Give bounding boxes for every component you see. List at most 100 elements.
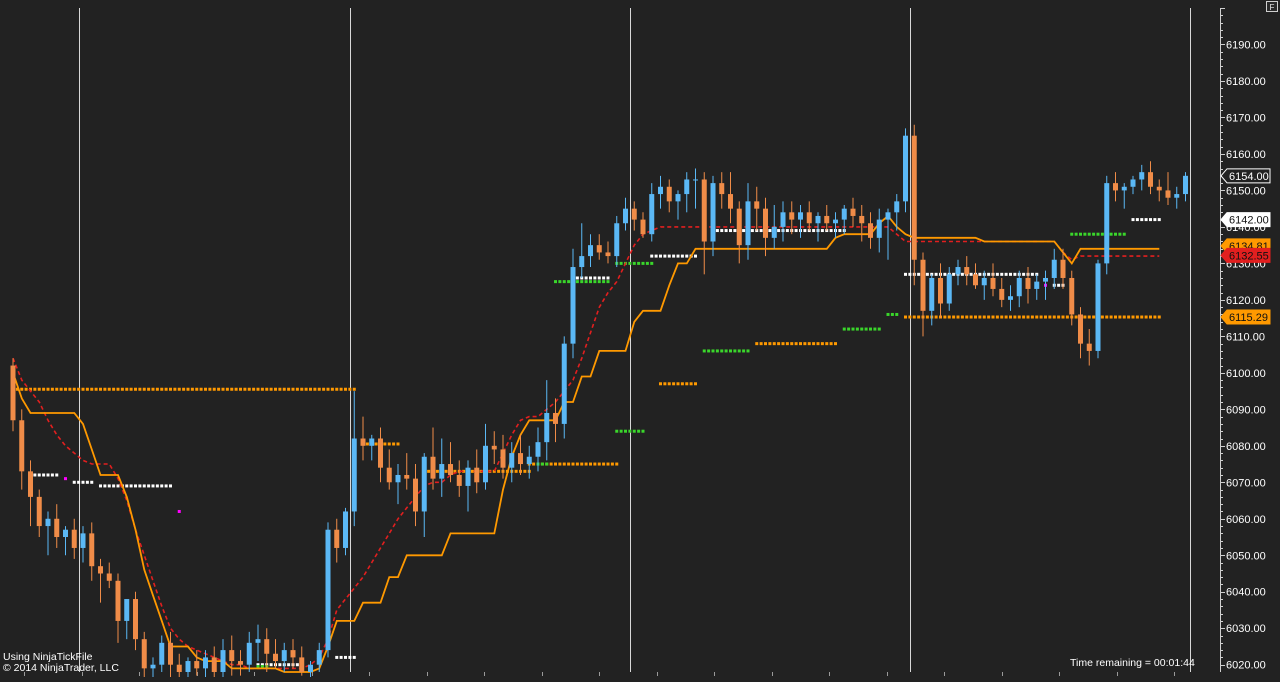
candle-down <box>72 530 77 548</box>
stop-dot-orange <box>222 388 225 391</box>
stop-dot-orange <box>68 388 71 391</box>
stop-dot-orange <box>82 388 85 391</box>
stop-dot-orange <box>1118 316 1121 319</box>
stop-dot-orange <box>187 388 190 391</box>
stop-dot-green <box>642 430 645 433</box>
stop-dot-orange <box>51 388 54 391</box>
stop-dot-orange <box>331 388 334 391</box>
stop-dashed-line <box>13 227 1159 669</box>
candle-down <box>851 209 856 216</box>
stop-dot-orange <box>392 442 395 445</box>
candle-up <box>1104 183 1109 263</box>
candle-up <box>247 643 252 665</box>
stop-dot-orange <box>239 388 242 391</box>
stop-dot-green <box>628 430 631 433</box>
stop-dot-orange <box>257 388 260 391</box>
candle-down <box>89 533 94 566</box>
stop-dot-orange <box>77 388 80 391</box>
price-tick-label: 6180.00 <box>1226 76 1266 88</box>
stop-dot-green <box>1083 233 1086 236</box>
candle-up <box>1052 260 1057 278</box>
candle-down <box>606 252 611 256</box>
stop-dot-orange <box>353 388 356 391</box>
stop-dot-orange <box>90 388 93 391</box>
stop-dot-white <box>103 484 106 487</box>
candle-up <box>746 201 751 245</box>
candle-down <box>824 216 829 223</box>
stop-dot-orange <box>471 470 474 473</box>
stop-dot-green <box>554 280 557 283</box>
stop-dot-orange <box>1136 316 1139 319</box>
stop-dot-orange <box>598 463 601 466</box>
stop-dot-orange <box>913 316 916 319</box>
stop-dot-green <box>1097 233 1100 236</box>
stop-dot-orange <box>217 388 220 391</box>
price-axis[interactable]: 6020.006030.006040.006050.006060.006070.… <box>1220 8 1266 672</box>
stop-dot-white <box>33 473 36 476</box>
stop-dot-orange <box>103 388 106 391</box>
price-chart[interactable]: 6020.006030.006040.006050.006060.006070.… <box>0 0 1280 677</box>
stop-dot-white <box>73 481 76 484</box>
stop-dot-white <box>108 484 111 487</box>
stop-dot-white <box>663 255 666 258</box>
stop-dot-orange <box>917 316 920 319</box>
stop-dot-white <box>593 276 596 279</box>
candle-up <box>151 665 156 669</box>
price-tick-label: 6110.00 <box>1226 331 1265 343</box>
stop-dot-white <box>926 273 929 276</box>
candle-down <box>719 183 724 194</box>
candle-up <box>1017 278 1022 296</box>
stop-dot-orange <box>1040 316 1043 319</box>
stop-dot-green <box>707 349 710 352</box>
chart-canvas[interactable]: 6020.006030.006040.006050.006060.006070.… <box>0 0 1280 677</box>
stop-dot-orange <box>957 316 960 319</box>
candle-down <box>37 497 42 526</box>
stop-dot-orange <box>292 388 295 391</box>
candle-down <box>387 468 392 483</box>
stop-dot-white <box>1153 218 1156 221</box>
flag-button[interactable]: F <box>1266 1 1278 12</box>
stop-dot-orange <box>580 463 583 466</box>
candle-down <box>19 420 24 471</box>
stop-dot-orange <box>904 316 907 319</box>
stop-dot-orange <box>821 342 824 345</box>
candle-down <box>667 187 672 202</box>
stop-dot-orange <box>200 388 203 391</box>
stop-dot-white <box>589 276 592 279</box>
candle-up <box>1008 296 1013 300</box>
stop-dot-white <box>138 484 141 487</box>
stop-dot-orange <box>309 388 312 391</box>
candle-up <box>571 267 576 344</box>
candle-down <box>492 446 497 450</box>
stop-dot-orange <box>694 382 697 385</box>
stop-dot-orange <box>554 463 557 466</box>
price-tick-label: 6160.00 <box>1226 149 1266 161</box>
stop-dot-green <box>865 328 868 331</box>
price-tick-label: 6100.00 <box>1226 368 1266 380</box>
stop-dot-orange <box>147 388 150 391</box>
stop-dot-orange <box>808 342 811 345</box>
candle-down <box>859 216 864 223</box>
candle-down <box>264 639 269 654</box>
price-tick-label: 6120.00 <box>1226 295 1266 307</box>
stop-dot-orange <box>965 316 968 319</box>
stop-dot-white <box>1140 218 1143 221</box>
stop-dot-orange <box>130 388 133 391</box>
stop-dot-orange <box>1132 316 1135 319</box>
stop-dot-white <box>353 656 356 659</box>
price-tick-label: 6170.00 <box>1226 112 1266 124</box>
stop-dot-white <box>659 255 662 258</box>
price-label-text: 6115.29 <box>1229 312 1268 324</box>
stop-dot-green <box>576 280 579 283</box>
stop-dot-green <box>1088 233 1091 236</box>
stop-dot-orange <box>95 388 98 391</box>
stop-dot-orange <box>213 388 216 391</box>
stop-dot-orange <box>156 388 159 391</box>
candles <box>11 125 1189 677</box>
stop-dot-white <box>165 484 168 487</box>
stop-dot-white <box>821 229 824 232</box>
stop-dot-white <box>278 663 281 666</box>
stop-dot-green <box>620 430 623 433</box>
candle-up <box>422 457 427 512</box>
stop-dot-orange <box>1088 316 1091 319</box>
